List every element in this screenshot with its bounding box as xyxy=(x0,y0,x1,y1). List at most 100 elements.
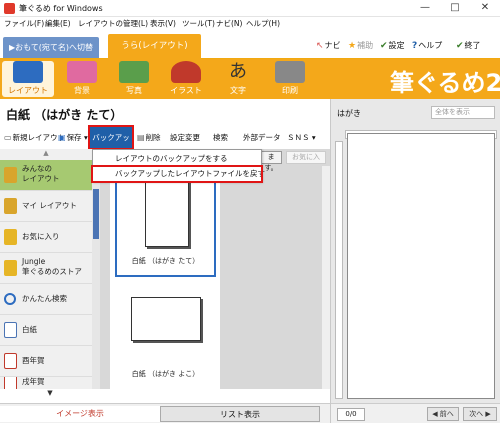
minimize-button[interactable]: — xyxy=(410,0,440,16)
external-data-button[interactable]: 外部データ xyxy=(243,132,281,143)
prev-button[interactable]: ◀ 前へ xyxy=(427,407,459,421)
save-button[interactable]: ▣保存 ▾ xyxy=(58,132,88,143)
ribbon-illust-button[interactable]: イラスト xyxy=(160,61,212,97)
ribbon-layout-button[interactable]: レイアウト xyxy=(2,61,54,97)
app-icon xyxy=(4,3,15,14)
backup-dropdown-menu: レイアウトのバックアップをする バックアップしたレイアウトファイルを戻す xyxy=(91,149,265,183)
sidebar-item-favorites[interactable]: お気に入り xyxy=(0,222,92,253)
settings-change-button[interactable]: 設定変更 xyxy=(170,132,200,143)
vertical-ruler xyxy=(335,141,343,399)
thumbnail-scrollbar[interactable] xyxy=(322,166,330,389)
ribbon: レイアウト 背景 写真 イラスト あ 文字 印刷 筆ぐるめ23 xyxy=(0,59,500,99)
ribbon-photo-button[interactable]: 写真 xyxy=(108,61,160,97)
category-sidebar: ▲ みんなの レイアウト マイ レイアウト お気に入り Jungle 筆ぐるめの… xyxy=(0,149,100,397)
layout-thumbnail-area: 白紙 （はがき たて） 白紙 （はがき よこ） ます。 お気に入 xyxy=(100,149,330,389)
sidebar-scrollbar[interactable] xyxy=(92,149,100,389)
store-icon xyxy=(4,260,17,276)
menu-help[interactable]: ヘルプ(H) xyxy=(246,18,280,29)
exit-link[interactable]: ✔終了 xyxy=(456,40,481,51)
close-button[interactable]: ✕ xyxy=(470,0,500,16)
new-file-icon: ▭ xyxy=(4,133,12,142)
maximize-button[interactable]: □ xyxy=(440,0,470,16)
sidebar-item-rooster-newyear[interactable]: 酉年賀 xyxy=(0,346,92,377)
printer-icon xyxy=(275,61,305,83)
exit-icon: ✔ xyxy=(456,41,464,51)
navi-icon: ↖ xyxy=(316,41,324,51)
menu-tools[interactable]: ツール(T) xyxy=(182,18,215,29)
brand-logo: 筆ぐるめ23 xyxy=(390,69,500,97)
new-layout-button[interactable]: ▭新規レイアウト xyxy=(4,132,65,143)
star-icon: ★ xyxy=(348,41,357,51)
add-favorite-button[interactable]: お気に入 xyxy=(286,151,326,164)
partially-hidden-button[interactable]: ます。 xyxy=(260,151,282,172)
watermelon-icon xyxy=(171,61,201,83)
menu-bar: ファイル(F) 編集(E) レイアウトの管理(L) 表示(V) ツール(T) ナ… xyxy=(0,17,500,30)
delete-icon: ▤ xyxy=(137,133,145,142)
tab-image-view[interactable]: イメージ表示 xyxy=(0,406,160,422)
menu-navi[interactable]: ナビ(N) xyxy=(216,18,242,29)
title-bar: 筆ぐるめ for Windows — □ ✕ xyxy=(0,0,500,17)
layout-icon xyxy=(13,61,43,83)
newyear-card-icon xyxy=(4,377,17,389)
sidebar-item-everyone-layout[interactable]: みんなの レイアウト xyxy=(0,160,92,191)
help-icon: ? xyxy=(412,41,418,51)
tab-list-view[interactable]: リスト表示 xyxy=(160,406,320,422)
menu-file[interactable]: ファイル(F) xyxy=(4,18,44,29)
navi-link[interactable]: ↖ナビ xyxy=(316,40,341,51)
menu-item-backup-layout[interactable]: レイアウトのバックアップをする xyxy=(93,152,261,166)
page-title: 白紙 （はがき たて） xyxy=(6,108,123,122)
folder-icon xyxy=(4,198,17,214)
menu-edit[interactable]: 編集(E) xyxy=(45,18,71,29)
next-button[interactable]: 次へ ▶ xyxy=(463,407,497,421)
menu-item-restore-backup[interactable]: バックアップしたレイアウトファイルを戻す xyxy=(91,165,265,183)
photo-icon xyxy=(119,61,149,83)
scroll-down-arrow[interactable]: ▼ xyxy=(0,389,100,399)
preview-footer: 0/0 ◀ 前へ 次へ ▶ xyxy=(331,403,500,423)
mode-tab-row: ▶おもて(宛て名)へ切替 うら(レイアウト) ↖ナビ ★補助 ✔設定 ?ヘルプ … xyxy=(0,31,500,59)
tab-front-switch[interactable]: ▶おもて(宛て名)へ切替 xyxy=(3,37,99,58)
page-counter: 0/0 xyxy=(337,408,365,421)
view-mode-tabs: イメージ表示 リスト表示 xyxy=(0,403,330,423)
preview-label: はがき xyxy=(337,109,361,118)
sidebar-item-jungle-store[interactable]: Jungle 筆ぐるめのストア xyxy=(0,253,92,284)
sidebar-scroll-thumb[interactable] xyxy=(93,189,99,239)
delete-button[interactable]: ▤削除 xyxy=(137,132,161,143)
preview-panel: はがき 全体を表示 0/0 ◀ 前へ 次へ ▶ xyxy=(330,99,500,423)
menu-layout-manage[interactable]: レイアウトの管理(L) xyxy=(78,18,148,29)
help-link[interactable]: ?ヘルプ xyxy=(412,40,442,51)
layout-card-landscape[interactable]: 白紙 （はがき よこ） xyxy=(115,289,216,389)
backup-button[interactable]: バックアップ xyxy=(88,125,134,163)
kana-a-icon: あ xyxy=(229,61,247,82)
ribbon-text-button[interactable]: あ 文字 xyxy=(212,61,264,97)
folder-icon xyxy=(4,167,17,183)
window-title: 筆ぐるめ for Windows xyxy=(19,4,103,13)
scroll-up-arrow[interactable]: ▲ xyxy=(0,149,92,160)
sidebar-item-dog-newyear[interactable]: 戌年賀 xyxy=(0,377,92,389)
menu-view[interactable]: 表示(V) xyxy=(150,18,176,29)
blank-page-icon xyxy=(4,322,17,338)
sidebar-item-blank[interactable]: 白紙 xyxy=(0,315,92,346)
magnifier-icon xyxy=(4,293,16,305)
check-icon: ✔ xyxy=(380,41,388,51)
postcard-landscape-preview xyxy=(131,297,201,341)
zoom-select[interactable]: 全体を表示 xyxy=(431,106,495,119)
card-caption: 白紙 （はがき よこ） xyxy=(131,370,200,378)
layout-toolbar: ▭新規レイアウト ▣保存 ▾ ▤削除 設定変更 検索 外部データ ＳＮＳ ▾ xyxy=(0,128,330,148)
ribbon-print-button[interactable]: 印刷 xyxy=(264,61,316,97)
postcard-portrait-preview xyxy=(145,177,189,247)
newyear-card-icon xyxy=(4,353,17,369)
background-icon xyxy=(67,61,97,83)
sns-button[interactable]: ＳＮＳ ▾ xyxy=(287,132,316,143)
sidebar-item-easy-search[interactable]: かんたん検索 xyxy=(0,284,92,315)
thumbnail-column: 白紙 （はがき たて） 白紙 （はがき よこ） xyxy=(110,149,220,389)
search-button[interactable]: 検索 xyxy=(213,132,228,143)
assist-link[interactable]: ★補助 xyxy=(348,40,373,51)
save-icon: ▣ xyxy=(58,133,66,142)
card-caption: 白紙 （はがき たて） xyxy=(131,257,200,265)
sidebar-item-my-layout[interactable]: マイ レイアウト xyxy=(0,191,92,222)
settings-link[interactable]: ✔設定 xyxy=(380,40,405,51)
star-folder-icon xyxy=(4,229,17,245)
postcard-canvas[interactable] xyxy=(347,133,495,399)
tab-back-layout[interactable]: うら(レイアウト) xyxy=(108,34,201,59)
ribbon-background-button[interactable]: 背景 xyxy=(56,61,108,97)
